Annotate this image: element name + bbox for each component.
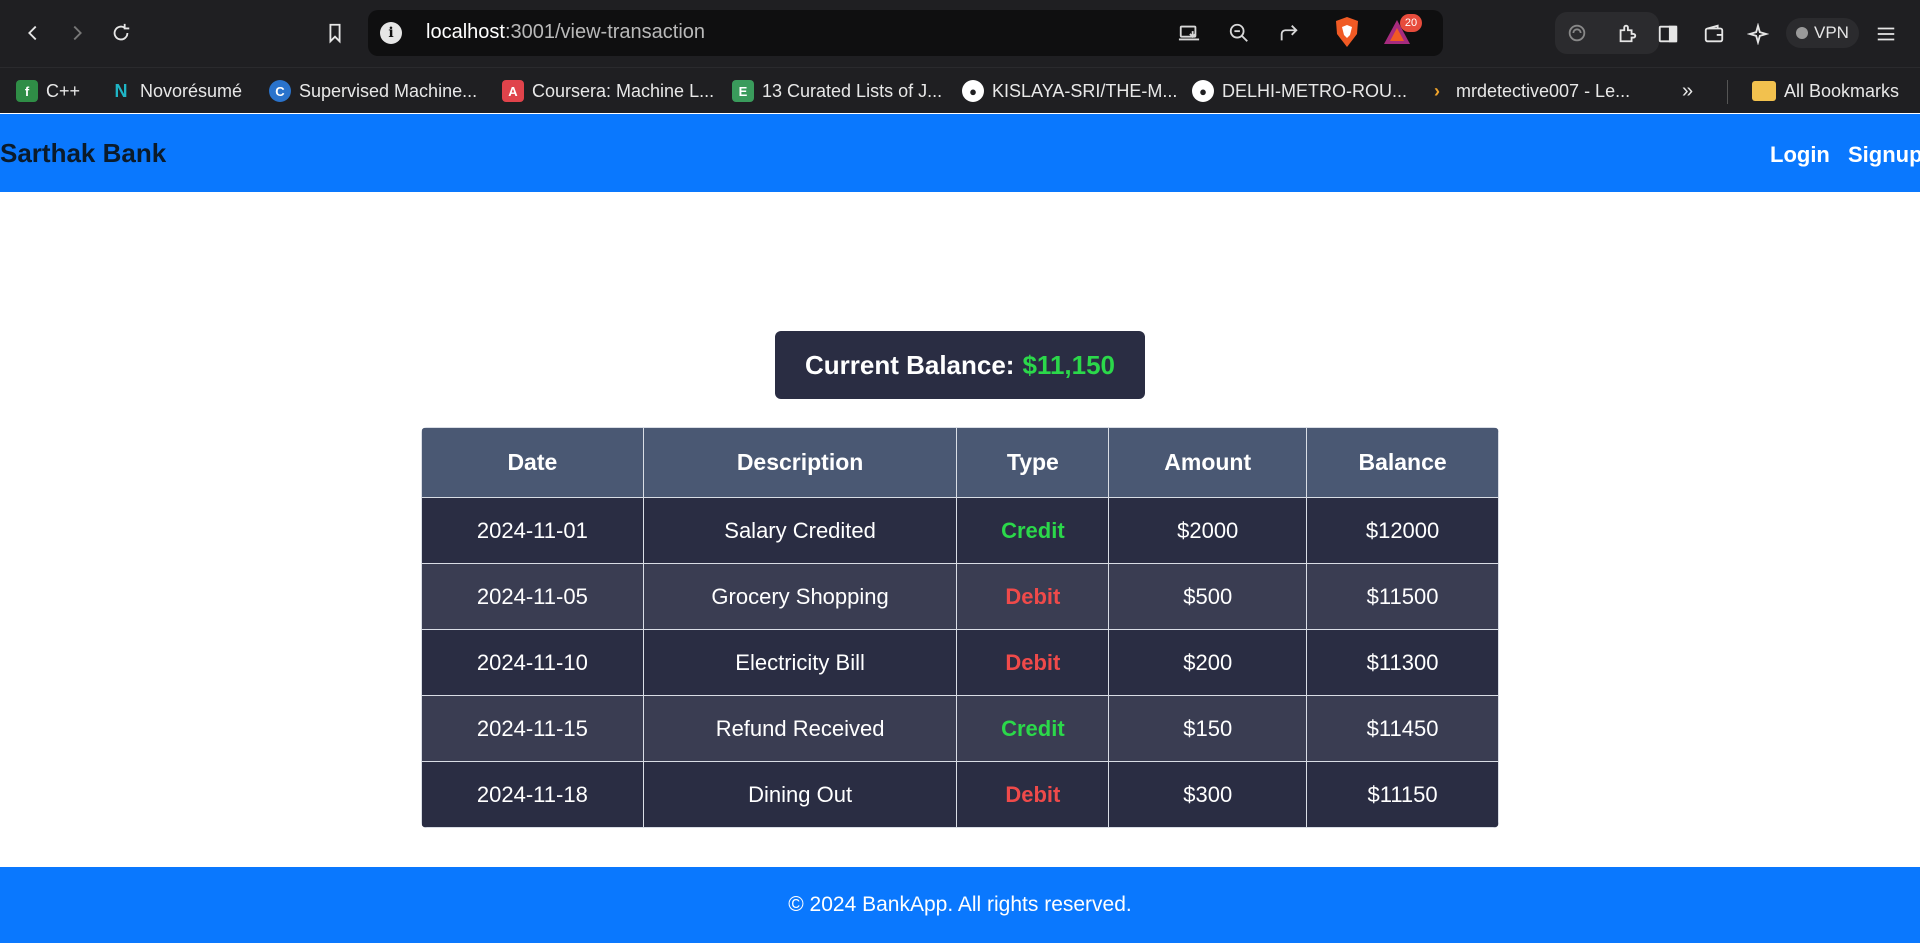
app-navbar: Sarthak Bank Login Signup — [0, 114, 1920, 192]
balance-label: Current Balance: — [804, 349, 1015, 380]
vpn-status-icon — [1796, 27, 1808, 39]
site-info-icon[interactable]: i — [380, 22, 402, 44]
brave-shields-icon[interactable] — [1333, 16, 1361, 48]
table-row: 2024-11-05 Grocery Shopping Debit $500 $… — [421, 563, 1499, 630]
url-text[interactable]: localhost:3001/view-transaction — [426, 21, 705, 44]
transactions-table: Date Description Type Amount Balance 202… — [421, 427, 1499, 828]
brand-logo[interactable]: Sarthak Bank — [0, 138, 166, 169]
wallet-icon[interactable] — [1700, 20, 1728, 48]
rewards-badge: 20 — [1400, 14, 1422, 32]
bookmark-item[interactable]: N Novorésumé — [110, 76, 243, 106]
share-icon[interactable] — [1276, 20, 1302, 46]
extensions-group — [1555, 12, 1659, 54]
browser-toolbar: i localhost:3001/view-transaction 20 VPN — [0, 0, 1920, 67]
bookmark-item[interactable]: E 13 Curated Lists of J... — [732, 76, 942, 106]
sync-icon[interactable] — [1563, 19, 1591, 47]
column-header-type: Type — [956, 427, 1110, 498]
login-link[interactable]: Login — [1770, 142, 1830, 168]
vpn-label: VPN — [1814, 23, 1849, 42]
bookmark-label: DELHI-METRO-ROU... — [1222, 80, 1408, 101]
signup-link[interactable]: Signup — [1848, 142, 1920, 168]
bookmark-item[interactable]: C Supervised Machine... — [269, 76, 477, 106]
bookmark-label: Novorésumé — [140, 80, 243, 101]
table-header-row: Date Description Type Amount Balance — [421, 427, 1499, 498]
cell-amount: $150 — [1108, 695, 1308, 762]
cell-date: 2024-11-15 — [421, 695, 644, 762]
all-bookmarks-button[interactable]: All Bookmarks — [1752, 76, 1899, 106]
cell-date: 2024-11-05 — [421, 563, 644, 630]
leetcode-icon: › — [1434, 80, 1440, 101]
bookmark-item[interactable]: › mrdetective007 - Le... — [1426, 76, 1630, 106]
bookmark-page-icon[interactable] — [318, 16, 352, 50]
bookmark-label: Coursera: Machine L... — [532, 80, 715, 101]
table-row: 2024-11-15 Refund Received Credit $150 $… — [421, 695, 1499, 762]
cell-type: Debit — [956, 761, 1110, 828]
cell-amount: $300 — [1108, 761, 1308, 828]
reload-icon[interactable] — [104, 16, 138, 50]
novoresume-icon: N — [114, 80, 128, 101]
page-footer: © 2024 BankApp. All rights reserved. — [0, 867, 1920, 943]
cell-description: Refund Received — [642, 695, 958, 762]
bookmark-label: 13 Curated Lists of J... — [762, 80, 943, 101]
all-bookmarks-label: All Bookmarks — [1784, 80, 1900, 101]
bookmark-label: C++ — [46, 80, 81, 101]
table-row: 2024-11-18 Dining Out Debit $300 $11150 — [421, 761, 1499, 828]
bookmark-item[interactable]: A Coursera: Machine L... — [502, 76, 714, 106]
bookmarks-bar: f C++ N Novorésumé C Supervised Machine.… — [0, 67, 1920, 113]
cell-type: Credit — [956, 497, 1110, 564]
github-icon: ● — [962, 80, 984, 102]
address-bar[interactable]: i localhost:3001/view-transaction — [368, 10, 1443, 56]
folder-icon — [1752, 81, 1776, 101]
zoom-out-icon[interactable] — [1226, 20, 1252, 46]
bookmark-item[interactable]: ● KISLAYA-SRI/THE-M... — [962, 76, 1177, 106]
table-row: 2024-11-01 Salary Credited Credit $2000 … — [421, 497, 1499, 564]
cell-balance: $11300 — [1306, 629, 1499, 696]
extensions-icon[interactable] — [1613, 19, 1641, 47]
cell-description: Dining Out — [642, 761, 958, 828]
column-header-amount: Amount — [1108, 427, 1308, 498]
bookmark-label: Supervised Machine... — [299, 80, 478, 101]
back-icon[interactable] — [16, 16, 50, 50]
bookmark-item[interactable]: ● DELHI-METRO-ROU... — [1192, 76, 1407, 106]
column-header-balance: Balance — [1306, 427, 1499, 498]
bookmark-red-icon: A — [502, 80, 524, 102]
bookmarks-divider — [1727, 80, 1728, 104]
cell-type: Credit — [956, 695, 1110, 762]
table-row: 2024-11-10 Electricity Bill Debit $200 $… — [421, 629, 1499, 696]
more-bookmarks-icon[interactable]: » — [1682, 80, 1693, 103]
menu-icon[interactable] — [1872, 20, 1900, 48]
column-header-date: Date — [421, 427, 644, 498]
cell-balance: $11150 — [1306, 761, 1499, 828]
cell-type: Debit — [956, 563, 1110, 630]
cell-balance: $12000 — [1306, 497, 1499, 564]
bookmark-label: KISLAYA-SRI/THE-M... — [992, 80, 1178, 101]
current-balance-card: Current Balance: $11,150 — [775, 331, 1145, 399]
cell-balance: $11500 — [1306, 563, 1499, 630]
cell-date: 2024-11-18 — [421, 761, 644, 828]
bookmark-label: mrdetective007 - Le... — [1456, 80, 1631, 101]
bookmark-item[interactable]: f C++ — [16, 76, 80, 106]
forward-icon[interactable] — [60, 16, 94, 50]
cell-amount: $2000 — [1108, 497, 1308, 564]
cell-balance: $11450 — [1306, 695, 1499, 762]
balance-value: $11,150 — [1022, 349, 1116, 380]
cell-description: Grocery Shopping — [642, 563, 958, 630]
evernote-e-icon: E — [732, 80, 754, 102]
github-icon: ● — [1192, 80, 1214, 102]
footer-copyright: © 2024 BankApp. All rights reserved. — [788, 893, 1132, 916]
gfg-icon: f — [16, 80, 38, 102]
install-app-icon[interactable] — [1176, 20, 1202, 46]
vpn-button[interactable]: VPN — [1786, 18, 1859, 48]
coursera-c-icon: C — [269, 80, 291, 102]
leo-ai-icon[interactable] — [1744, 20, 1772, 48]
cell-description: Salary Credited — [642, 497, 958, 564]
cell-amount: $200 — [1108, 629, 1308, 696]
cell-type: Debit — [956, 629, 1110, 696]
sidebar-icon[interactable] — [1654, 20, 1682, 48]
cell-date: 2024-11-10 — [421, 629, 644, 696]
cell-date: 2024-11-01 — [421, 497, 644, 564]
column-header-description: Description — [642, 427, 958, 498]
cell-description: Electricity Bill — [642, 629, 958, 696]
cell-amount: $500 — [1108, 563, 1308, 630]
